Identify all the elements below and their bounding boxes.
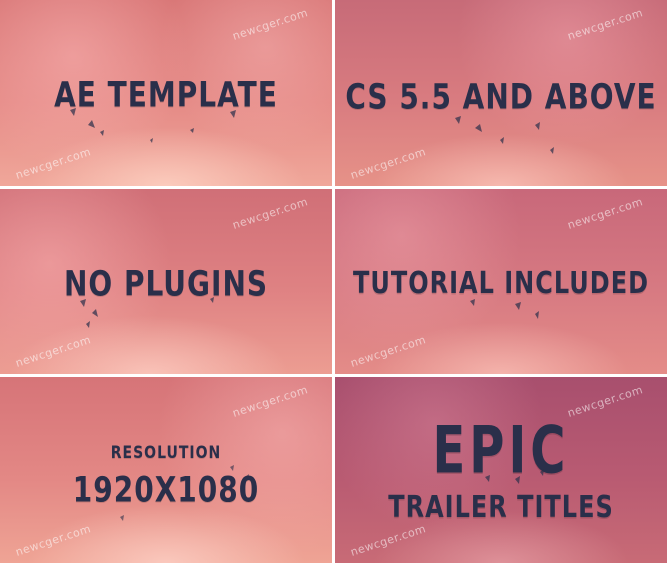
- headline-trailer-titles: TRAILER TITLES: [388, 489, 614, 525]
- resolution-label: RESOLUTION: [110, 443, 222, 463]
- headline: 1920x1080: [72, 468, 260, 511]
- panel-ae-template: newcger.com AE TEMPLATE newcger.com: [0, 0, 332, 186]
- headline: NO PLUGINS: [63, 262, 269, 305]
- headline: CS 5.5 AND ABOVE: [345, 75, 657, 118]
- headline-epic: EPIC: [432, 413, 570, 489]
- panel-epic: newcger.com EPIC TRAILER TITLES newcger.…: [335, 377, 667, 563]
- panel-tutorial: newcger.com TUTORIAL INCLUDED newcger.co…: [335, 189, 667, 374]
- panel-no-plugins: newcger.com NO PLUGINS newcger.com: [0, 189, 332, 374]
- headline: TUTORIAL INCLUDED: [352, 265, 650, 301]
- template-preview-grid: newcger.com AE TEMPLATE newcger.com newc…: [0, 0, 667, 563]
- panel-cs-version: newcger.com CS 5.5 AND ABOVE newcger.com: [335, 0, 667, 186]
- panel-resolution: newcger.com RESOLUTION 1920x1080 newcger…: [0, 377, 332, 563]
- headline: AE TEMPLATE: [54, 73, 278, 116]
